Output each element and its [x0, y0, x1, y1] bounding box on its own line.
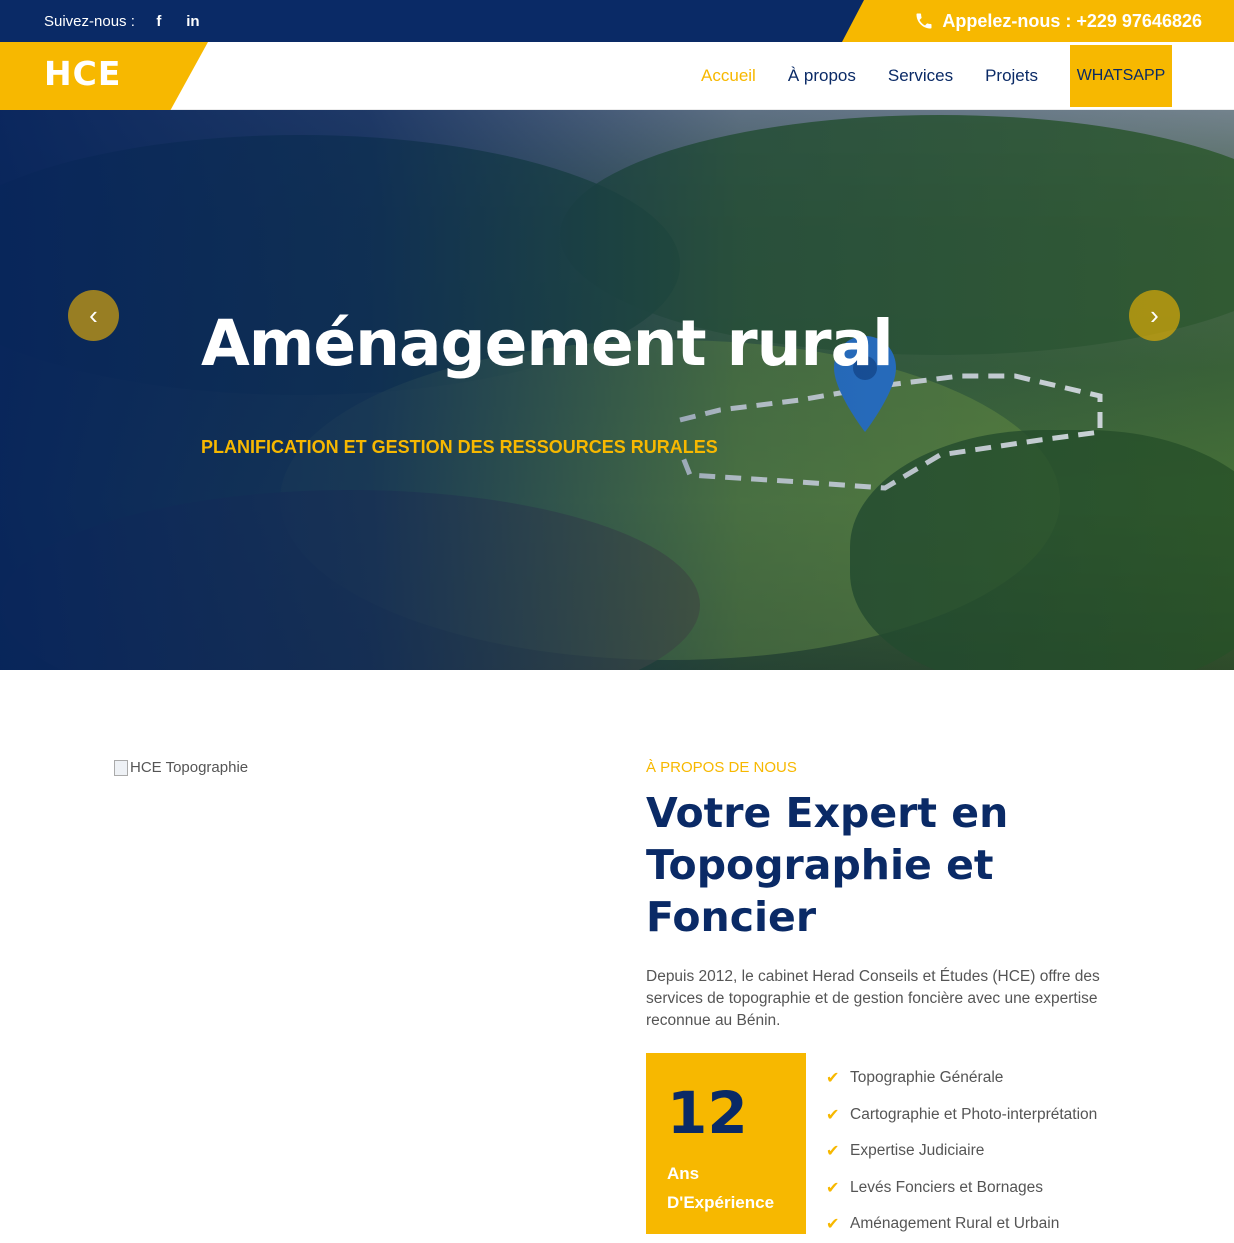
- nav-link-services[interactable]: Services: [888, 66, 953, 86]
- facebook-icon[interactable]: f: [149, 11, 169, 31]
- about-title: Votre Expert en Topographie et Foncier: [646, 789, 1009, 941]
- check-icon: ✔: [826, 1106, 840, 1124]
- list-item: ✔ Cartographie et Photo-interprétation: [826, 1097, 1097, 1134]
- whatsapp-button[interactable]: WHATSAPP: [1070, 45, 1172, 107]
- main-nav: Accueil À propos Services Projets WHATSA…: [669, 42, 1172, 110]
- check-icon: ✔: [826, 1143, 840, 1161]
- follow-label: Suivez-nous :: [44, 12, 135, 30]
- about-image-alt: HCE Topographie: [130, 759, 249, 776]
- about-section-label: À PROPOS DE NOUS: [646, 759, 797, 776]
- chevron-right-icon: ›: [1150, 300, 1159, 330]
- service-label: Cartographie et Photo-interprétation: [850, 1105, 1098, 1123]
- top-bar: Suivez-nous : f in Appelez-nous : +229 9…: [0, 0, 1234, 42]
- service-label: Levés Fonciers et Bornages: [850, 1178, 1043, 1196]
- experience-badge: 12 Ans D'Expérience: [646, 1053, 806, 1234]
- phone-icon: [916, 13, 932, 29]
- list-item: ✔ Expertise Judiciaire: [826, 1133, 1097, 1170]
- service-label: Topographie Générale: [850, 1069, 1004, 1087]
- carousel-next-button[interactable]: ›: [1129, 290, 1180, 341]
- check-icon: ✔: [826, 1216, 840, 1234]
- social-links: Suivez-nous : f in: [44, 0, 203, 42]
- services-list: ✔ Topographie Générale ✔ Cartographie et P…: [826, 1060, 1097, 1243]
- nav-link-projets[interactable]: Projets: [985, 66, 1038, 86]
- list-item: ✔ Levés Fonciers et Bornages: [826, 1170, 1097, 1207]
- experience-number: 12: [667, 1079, 748, 1147]
- about-image: HCE Topographie: [114, 759, 248, 776]
- list-item: ✔ Topographie Générale: [826, 1060, 1097, 1097]
- call-label: Appelez-nous : +229 97646826: [942, 10, 1202, 31]
- chevron-left-icon: ‹: [89, 300, 98, 330]
- experience-label: Ans D'Expérience: [667, 1164, 775, 1212]
- service-label: Aménagement Rural et Urbain: [850, 1215, 1060, 1233]
- linkedin-icon[interactable]: in: [183, 11, 203, 31]
- check-icon: ✔: [826, 1179, 840, 1197]
- main-navbar: HCE Accueil À propos Services Projets WH…: [0, 42, 1234, 110]
- about-description: Depuis 2012, le cabinet Herad Conseils e…: [646, 968, 1100, 1029]
- nav-link-accueil[interactable]: Accueil: [701, 66, 756, 86]
- nav-link-a-propos[interactable]: À propos: [788, 66, 856, 86]
- call-link[interactable]: Appelez-nous : +229 97646826: [914, 0, 1202, 42]
- list-item: ✔ Aménagement Rural et Urbain: [826, 1206, 1097, 1243]
- service-label: Expertise Judiciaire: [850, 1142, 985, 1160]
- check-icon: ✔: [826, 1070, 840, 1088]
- broken-image-icon: [114, 759, 128, 776]
- carousel-prev-button[interactable]: ‹: [68, 290, 119, 341]
- hero-overlay: [0, 110, 1234, 670]
- hero-carousel: Aménagement rural PLANIFICATION ET GESTI…: [0, 110, 1234, 670]
- hero-subtitle: PLANIFICATION ET GESTION DES RESSOURCES …: [201, 437, 718, 457]
- hero-title: Aménagement rural: [201, 307, 894, 380]
- logo[interactable]: HCE: [44, 54, 121, 93]
